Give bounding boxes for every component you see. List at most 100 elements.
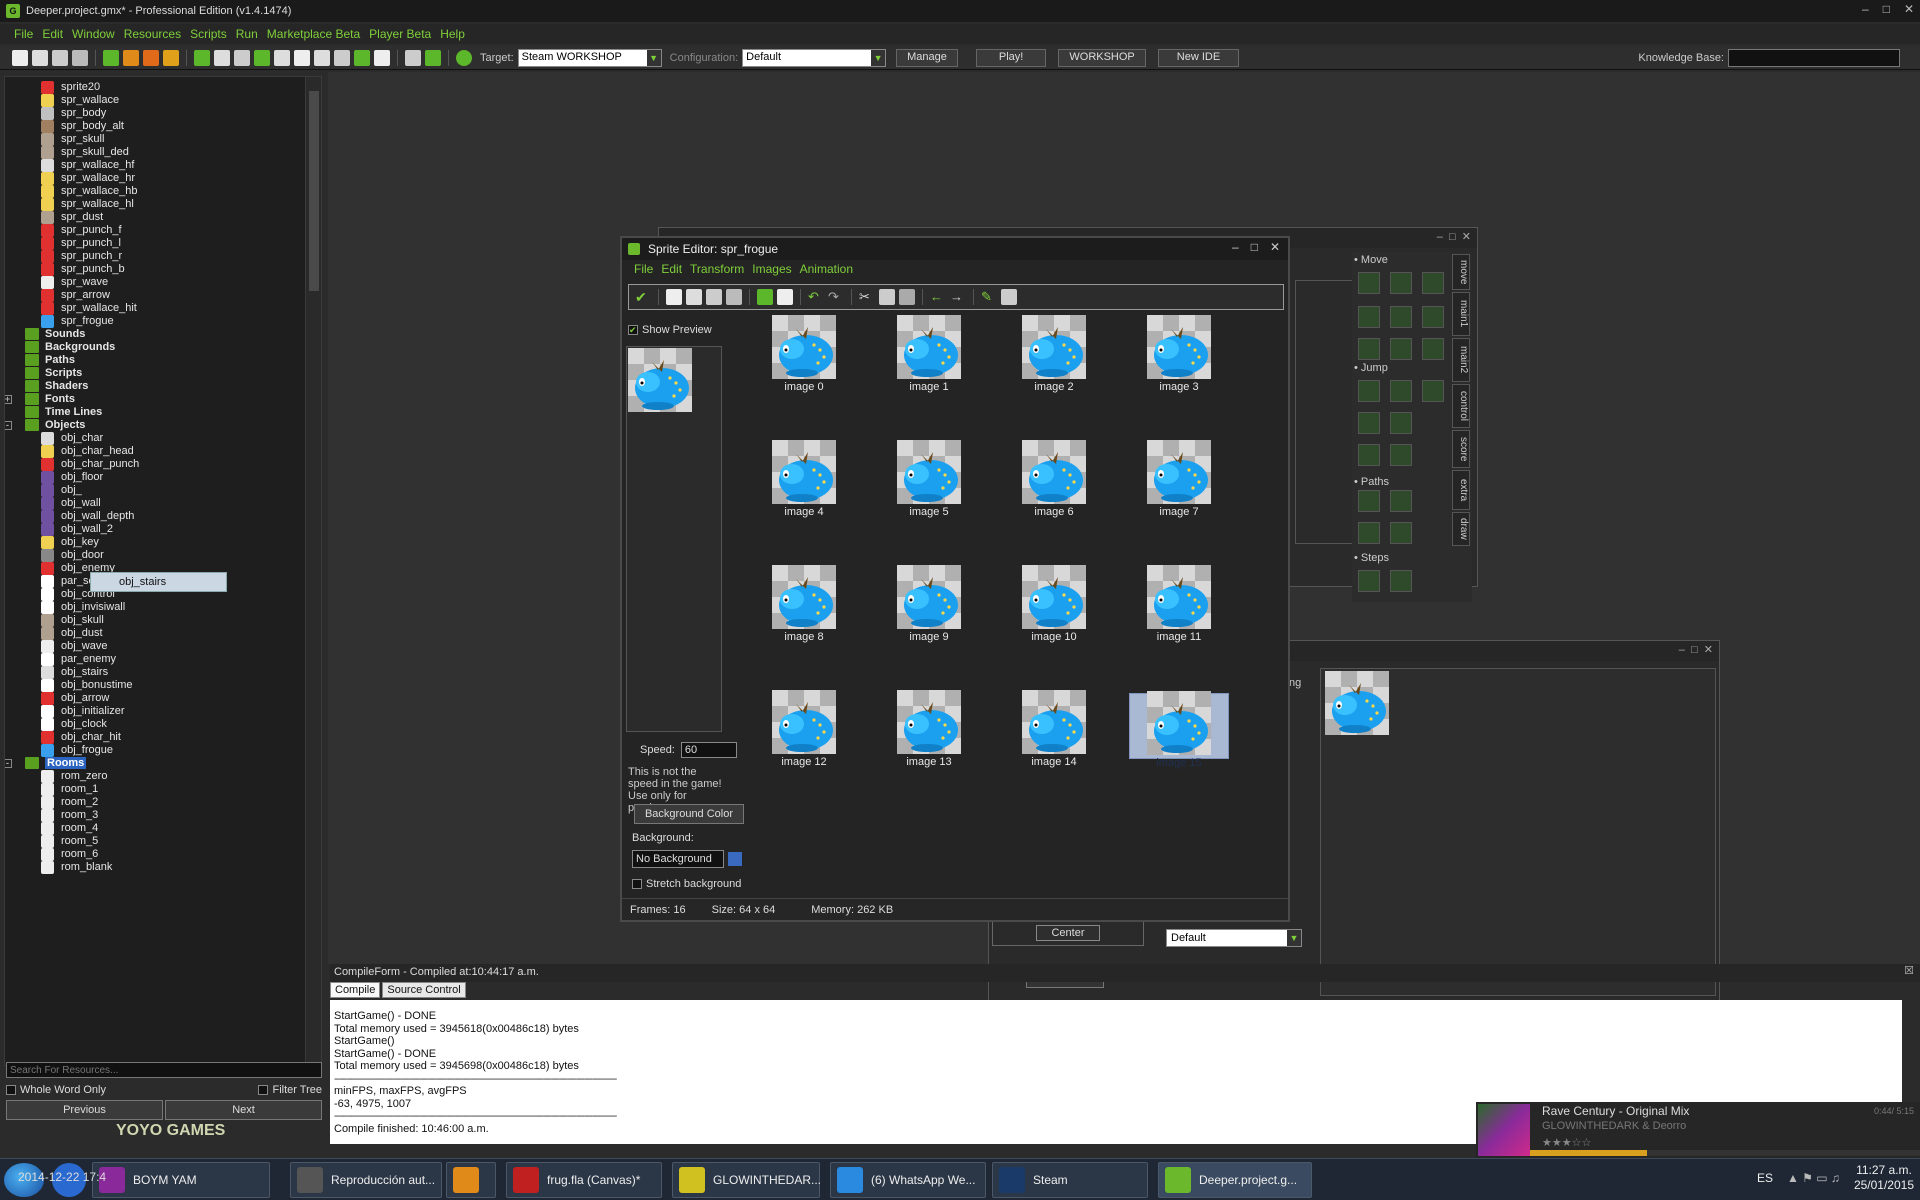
action-button-icon[interactable] bbox=[1358, 272, 1380, 294]
sprite-frame[interactable]: image 4 bbox=[754, 440, 854, 518]
action-button-icon[interactable] bbox=[1358, 380, 1380, 402]
path-icon[interactable] bbox=[254, 49, 270, 66]
expand-toggle-icon[interactable]: - bbox=[5, 420, 12, 430]
new-icon[interactable] bbox=[12, 49, 28, 66]
knowledge-base-input[interactable] bbox=[1728, 48, 1900, 67]
speed-input[interactable]: 60 bbox=[680, 742, 737, 758]
sprite-frame[interactable]: image 2 bbox=[1004, 315, 1104, 393]
action-button-icon[interactable] bbox=[1358, 570, 1380, 592]
resource-search-input[interactable]: Search For Resources... bbox=[6, 1062, 322, 1078]
sprite-icon[interactable] bbox=[194, 49, 210, 66]
tab-compile[interactable]: Compile bbox=[330, 982, 381, 998]
action-button-icon[interactable] bbox=[1358, 412, 1380, 434]
taskbar-item[interactable]: GLOWINTHEDAR... bbox=[672, 1162, 821, 1198]
tab-extra[interactable]: extra bbox=[1452, 470, 1470, 510]
build-icon[interactable] bbox=[163, 49, 179, 66]
export-icon[interactable] bbox=[72, 49, 88, 66]
se-menu-file[interactable]: File bbox=[634, 262, 653, 280]
maximize-button[interactable]: □ bbox=[1883, 2, 1890, 16]
room-icon[interactable] bbox=[374, 49, 390, 66]
sprite-frame[interactable]: image 8 bbox=[754, 565, 854, 643]
song-progress-bar[interactable] bbox=[1530, 1150, 1920, 1156]
debug-icon[interactable] bbox=[123, 49, 139, 66]
expand-toggle-icon[interactable]: - bbox=[5, 758, 12, 768]
arrow-left-icon[interactable]: ← bbox=[930, 289, 946, 305]
taskbar-item[interactable]: frug.fla (Canvas)* bbox=[506, 1162, 662, 1198]
se-menu-animation[interactable]: Animation bbox=[800, 262, 853, 280]
tab-main2[interactable]: main2 bbox=[1452, 338, 1470, 382]
compile-close-icon[interactable]: ☒ bbox=[1904, 964, 1914, 977]
default-select[interactable]: Default ▼ bbox=[1166, 929, 1302, 947]
menu-file[interactable]: File bbox=[14, 27, 33, 41]
stretch-background-option[interactable]: Stretch background bbox=[632, 878, 741, 890]
run-icon[interactable] bbox=[103, 49, 119, 66]
menu-run[interactable]: Run bbox=[236, 27, 258, 41]
taskbar-item[interactable] bbox=[446, 1162, 496, 1198]
timeline-icon[interactable] bbox=[334, 49, 350, 66]
config-select[interactable]: Default ▼ bbox=[742, 48, 887, 67]
sprite-frame[interactable]: image 1 bbox=[879, 315, 979, 393]
language-indicator[interactable]: ES bbox=[1757, 1171, 1773, 1185]
action-button-icon[interactable] bbox=[1390, 570, 1412, 592]
taskbar-item[interactable]: (6) WhatsApp We... bbox=[830, 1162, 986, 1198]
new-sprite-icon[interactable] bbox=[666, 289, 682, 305]
next-button[interactable]: Next bbox=[165, 1100, 322, 1120]
menu-resources[interactable]: Resources bbox=[124, 27, 181, 41]
action-button-icon[interactable] bbox=[1358, 444, 1380, 466]
undo-icon[interactable]: ↶ bbox=[808, 289, 824, 305]
tree-room-item[interactable]: rom_blank bbox=[41, 859, 112, 875]
new-ide-button[interactable]: New IDE bbox=[1157, 48, 1240, 67]
tab-score[interactable]: score bbox=[1452, 430, 1470, 468]
show-preview-checkbox[interactable]: ✔ bbox=[628, 325, 638, 335]
action-button-icon[interactable] bbox=[1358, 490, 1380, 512]
stop-icon[interactable] bbox=[143, 49, 159, 66]
whole-word-checkbox[interactable] bbox=[6, 1085, 16, 1095]
background-select[interactable]: No Background bbox=[632, 850, 724, 868]
add-icon[interactable] bbox=[425, 49, 441, 66]
se-maximize-button[interactable]: □ bbox=[1251, 240, 1258, 254]
previous-button[interactable]: Previous bbox=[6, 1100, 163, 1120]
sprite-frame[interactable]: image 9 bbox=[879, 565, 979, 643]
tab-source-control[interactable]: Source Control bbox=[382, 982, 466, 998]
action-button-icon[interactable] bbox=[1390, 306, 1412, 328]
resource-tree[interactable]: sprite20 spr_wallace spr_body spr_body_alt s… bbox=[4, 76, 322, 1066]
shader-icon[interactable] bbox=[294, 49, 310, 66]
action-button-icon[interactable] bbox=[1390, 338, 1412, 360]
tray-icons[interactable]: ▲ ⚑ ▭ ♫ bbox=[1787, 1171, 1840, 1185]
menu-marketplace[interactable]: Marketplace Beta bbox=[267, 27, 360, 41]
menu-help[interactable]: Help bbox=[440, 27, 465, 41]
action-button-icon[interactable] bbox=[1390, 444, 1412, 466]
tree-scrollbar[interactable] bbox=[305, 77, 321, 1065]
save-icon[interactable] bbox=[52, 49, 68, 66]
menu-scripts[interactable]: Scripts bbox=[190, 27, 227, 41]
sound-icon[interactable] bbox=[214, 49, 230, 66]
edit-pencil-icon[interactable]: ✎ bbox=[981, 289, 997, 305]
filter-tree-checkbox[interactable] bbox=[258, 1085, 269, 1095]
expand-toggle-icon[interactable]: + bbox=[5, 394, 12, 404]
redo-icon[interactable]: ↷ bbox=[828, 289, 844, 305]
paste-icon[interactable] bbox=[899, 289, 915, 305]
center-button[interactable]: Center bbox=[1036, 925, 1100, 941]
sprite-frame[interactable]: image 15 bbox=[1129, 691, 1229, 769]
tab-control[interactable]: control bbox=[1452, 384, 1470, 428]
background-icon[interactable] bbox=[234, 49, 250, 66]
confirm-icon[interactable]: ✔ bbox=[635, 289, 651, 305]
menu-edit[interactable]: Edit bbox=[42, 27, 63, 41]
clock[interactable]: 11:27 a.m. 25/01/2015 bbox=[1854, 1163, 1914, 1193]
action-button-icon[interactable] bbox=[1390, 272, 1412, 294]
taskbar-item[interactable]: Steam bbox=[992, 1162, 1148, 1198]
list-icon[interactable] bbox=[405, 49, 421, 66]
action-button-icon[interactable] bbox=[1390, 522, 1412, 544]
sprite-frame[interactable]: image 12 bbox=[754, 690, 854, 768]
se-minimize-button[interactable]: – bbox=[1232, 240, 1239, 254]
tab-main1[interactable]: main1 bbox=[1452, 292, 1470, 336]
taskbar-item[interactable]: Deeper.project.g... bbox=[1158, 1162, 1312, 1198]
arrow-right-icon[interactable]: → bbox=[950, 289, 966, 305]
open-sprite-icon[interactable] bbox=[686, 289, 702, 305]
manage-button[interactable]: Manage bbox=[896, 48, 958, 67]
tab-move[interactable]: move bbox=[1452, 254, 1470, 290]
se-menu-images[interactable]: Images bbox=[752, 262, 791, 280]
help-icon[interactable] bbox=[456, 49, 472, 66]
script-icon[interactable] bbox=[274, 49, 290, 66]
action-button-icon[interactable] bbox=[1390, 490, 1412, 512]
